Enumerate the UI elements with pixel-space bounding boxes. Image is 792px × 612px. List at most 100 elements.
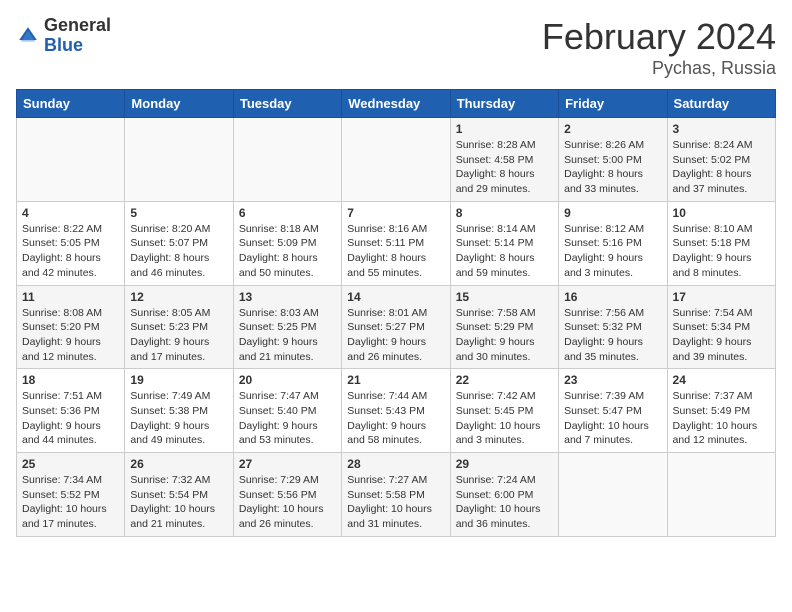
weekday-header-row: SundayMondayTuesdayWednesdayThursdayFrid… <box>17 90 776 118</box>
day-number: 12 <box>130 290 227 304</box>
day-info: Sunrise: 8:22 AMSunset: 5:05 PMDaylight:… <box>22 222 119 281</box>
day-info: Sunrise: 8:01 AMSunset: 5:27 PMDaylight:… <box>347 306 444 365</box>
day-info: Sunrise: 8:16 AMSunset: 5:11 PMDaylight:… <box>347 222 444 281</box>
calendar-cell: 4 Sunrise: 8:22 AMSunset: 5:05 PMDaylight… <box>17 201 125 285</box>
location-title: Pychas, Russia <box>542 58 776 79</box>
page-header: General Blue February 2024 Pychas, Russi… <box>16 16 776 79</box>
day-number: 27 <box>239 457 336 471</box>
day-info: Sunrise: 7:58 AMSunset: 5:29 PMDaylight:… <box>456 306 553 365</box>
weekday-header-wednesday: Wednesday <box>342 90 450 118</box>
day-number: 26 <box>130 457 227 471</box>
day-number: 29 <box>456 457 553 471</box>
day-info: Sunrise: 8:18 AMSunset: 5:09 PMDaylight:… <box>239 222 336 281</box>
weekday-header-thursday: Thursday <box>450 90 558 118</box>
day-info: Sunrise: 8:08 AMSunset: 5:20 PMDaylight:… <box>22 306 119 365</box>
weekday-header-friday: Friday <box>559 90 667 118</box>
day-info: Sunrise: 7:27 AMSunset: 5:58 PMDaylight:… <box>347 473 444 532</box>
calendar-cell: 28 Sunrise: 7:27 AMSunset: 5:58 PMDayligh… <box>342 453 450 537</box>
day-info: Sunrise: 7:42 AMSunset: 5:45 PMDaylight:… <box>456 389 553 448</box>
calendar-cell: 10 Sunrise: 8:10 AMSunset: 5:18 PMDayligh… <box>667 201 775 285</box>
calendar-cell <box>233 118 341 202</box>
calendar-cell: 11 Sunrise: 8:08 AMSunset: 5:20 PMDayligh… <box>17 285 125 369</box>
day-number: 5 <box>130 206 227 220</box>
calendar-cell: 19 Sunrise: 7:49 AMSunset: 5:38 PMDayligh… <box>125 369 233 453</box>
calendar-cell: 23Sunrise: 7:39 AMSunset: 5:47 PMDayligh… <box>559 369 667 453</box>
day-info: Sunrise: 8:12 AMSunset: 5:16 PMDaylight:… <box>564 222 661 281</box>
calendar-cell: 9 Sunrise: 8:12 AMSunset: 5:16 PMDaylight… <box>559 201 667 285</box>
logo-blue-text: Blue <box>44 35 83 55</box>
calendar-week-row: 25 Sunrise: 7:34 AMSunset: 5:52 PMDayligh… <box>17 453 776 537</box>
weekday-header-sunday: Sunday <box>17 90 125 118</box>
day-info: Sunrise: 7:44 AMSunset: 5:43 PMDaylight:… <box>347 389 444 448</box>
day-info: Sunrise: 8:24 AMSunset: 5:02 PMDaylight:… <box>673 138 770 197</box>
calendar-cell: 5Sunrise: 8:20 AMSunset: 5:07 PMDaylight… <box>125 201 233 285</box>
calendar-table: SundayMondayTuesdayWednesdayThursdayFrid… <box>16 89 776 537</box>
day-number: 3 <box>673 122 770 136</box>
calendar-cell: 3 Sunrise: 8:24 AMSunset: 5:02 PMDaylight… <box>667 118 775 202</box>
day-number: 18 <box>22 373 119 387</box>
day-number: 4 <box>22 206 119 220</box>
day-number: 7 <box>347 206 444 220</box>
logo: General Blue <box>16 16 111 56</box>
calendar-cell: 22 Sunrise: 7:42 AMSunset: 5:45 PMDayligh… <box>450 369 558 453</box>
calendar-cell: 24Sunrise: 7:37 AMSunset: 5:49 PMDayligh… <box>667 369 775 453</box>
day-number: 10 <box>673 206 770 220</box>
day-number: 21 <box>347 373 444 387</box>
day-number: 25 <box>22 457 119 471</box>
day-info: Sunrise: 7:34 AMSunset: 5:52 PMDaylight:… <box>22 473 119 532</box>
calendar-cell: 16 Sunrise: 7:56 AMSunset: 5:32 PMDayligh… <box>559 285 667 369</box>
calendar-cell: 21 Sunrise: 7:44 AMSunset: 5:43 PMDayligh… <box>342 369 450 453</box>
logo-general-text: General <box>44 15 111 35</box>
calendar-cell: 14Sunrise: 8:01 AMSunset: 5:27 PMDayligh… <box>342 285 450 369</box>
day-number: 28 <box>347 457 444 471</box>
day-info: Sunrise: 8:05 AMSunset: 5:23 PMDaylight:… <box>130 306 227 365</box>
day-number: 13 <box>239 290 336 304</box>
month-title: February 2024 <box>542 16 776 58</box>
day-info: Sunrise: 7:32 AMSunset: 5:54 PMDaylight:… <box>130 473 227 532</box>
calendar-cell: 8Sunrise: 8:14 AMSunset: 5:14 PMDaylight… <box>450 201 558 285</box>
day-number: 17 <box>673 290 770 304</box>
calendar-cell: 12 Sunrise: 8:05 AMSunset: 5:23 PMDayligh… <box>125 285 233 369</box>
calendar-week-row: 1Sunrise: 8:28 AMSunset: 4:58 PMDaylight… <box>17 118 776 202</box>
day-number: 11 <box>22 290 119 304</box>
calendar-cell: 13 Sunrise: 8:03 AMSunset: 5:25 PMDayligh… <box>233 285 341 369</box>
day-info: Sunrise: 7:49 AMSunset: 5:38 PMDaylight:… <box>130 389 227 448</box>
day-info: Sunrise: 7:54 AMSunset: 5:34 PMDaylight:… <box>673 306 770 365</box>
weekday-header-tuesday: Tuesday <box>233 90 341 118</box>
day-number: 15 <box>456 290 553 304</box>
day-info: Sunrise: 7:56 AMSunset: 5:32 PMDaylight:… <box>564 306 661 365</box>
day-info: Sunrise: 8:26 AMSunset: 5:00 PMDaylight:… <box>564 138 661 197</box>
day-number: 20 <box>239 373 336 387</box>
calendar-cell <box>17 118 125 202</box>
day-number: 22 <box>456 373 553 387</box>
day-number: 8 <box>456 206 553 220</box>
calendar-cell: 1Sunrise: 8:28 AMSunset: 4:58 PMDaylight… <box>450 118 558 202</box>
calendar-week-row: 4 Sunrise: 8:22 AMSunset: 5:05 PMDaylight… <box>17 201 776 285</box>
day-info: Sunrise: 8:10 AMSunset: 5:18 PMDaylight:… <box>673 222 770 281</box>
calendar-cell: 18 Sunrise: 7:51 AMSunset: 5:36 PMDayligh… <box>17 369 125 453</box>
day-info: Sunrise: 7:37 AMSunset: 5:49 PMDaylight:… <box>673 389 770 448</box>
calendar-cell <box>125 118 233 202</box>
calendar-cell <box>342 118 450 202</box>
day-info: Sunrise: 7:39 AMSunset: 5:47 PMDaylight:… <box>564 389 661 448</box>
calendar-cell: 26 Sunrise: 7:32 AMSunset: 5:54 PMDayligh… <box>125 453 233 537</box>
weekday-header-saturday: Saturday <box>667 90 775 118</box>
day-number: 6 <box>239 206 336 220</box>
day-number: 1 <box>456 122 553 136</box>
calendar-cell <box>667 453 775 537</box>
day-info: Sunrise: 8:03 AMSunset: 5:25 PMDaylight:… <box>239 306 336 365</box>
day-info: Sunrise: 7:51 AMSunset: 5:36 PMDaylight:… <box>22 389 119 448</box>
day-info: Sunrise: 7:47 AMSunset: 5:40 PMDaylight:… <box>239 389 336 448</box>
day-number: 19 <box>130 373 227 387</box>
day-number: 16 <box>564 290 661 304</box>
calendar-cell: 7 Sunrise: 8:16 AMSunset: 5:11 PMDaylight… <box>342 201 450 285</box>
calendar-cell: 15 Sunrise: 7:58 AMSunset: 5:29 PMDayligh… <box>450 285 558 369</box>
calendar-cell: 20 Sunrise: 7:47 AMSunset: 5:40 PMDayligh… <box>233 369 341 453</box>
day-info: Sunrise: 7:29 AMSunset: 5:56 PMDaylight:… <box>239 473 336 532</box>
day-info: Sunrise: 7:24 AMSunset: 6:00 PMDaylight:… <box>456 473 553 532</box>
calendar-cell: 25 Sunrise: 7:34 AMSunset: 5:52 PMDayligh… <box>17 453 125 537</box>
calendar-cell <box>559 453 667 537</box>
calendar-cell: 17 Sunrise: 7:54 AMSunset: 5:34 PMDayligh… <box>667 285 775 369</box>
day-number: 9 <box>564 206 661 220</box>
weekday-header-monday: Monday <box>125 90 233 118</box>
